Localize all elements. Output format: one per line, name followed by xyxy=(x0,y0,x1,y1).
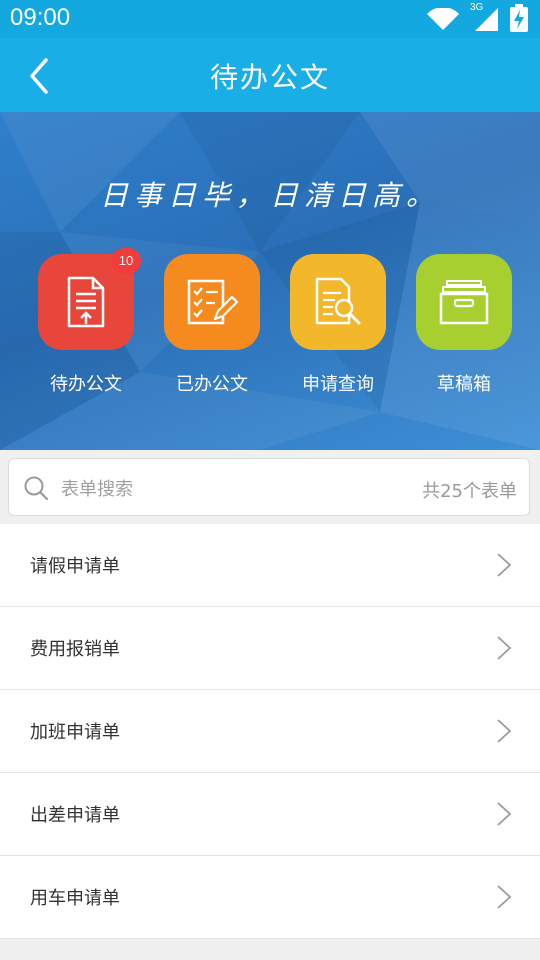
chevron-right-icon xyxy=(497,802,512,826)
cellular-signal-icon: 3G xyxy=(470,2,500,32)
tile-processed-documents[interactable] xyxy=(164,254,260,350)
search-bar: 共25个表单 xyxy=(8,458,530,516)
chevron-right-icon xyxy=(497,636,512,660)
chevron-right-icon xyxy=(497,553,512,577)
battery-charging-icon xyxy=(510,4,528,32)
status-time: 09:00 xyxy=(10,4,71,31)
list-item-label: 用车申请单 xyxy=(30,888,120,909)
list-item-vehicle-request[interactable]: 用车申请单 xyxy=(0,856,540,939)
archive-box-icon xyxy=(439,280,489,325)
list-item-label: 加班申请单 xyxy=(30,722,120,743)
document-upload-icon xyxy=(67,276,105,328)
chevron-right-icon xyxy=(497,885,512,909)
list-item-expense-reimbursement[interactable]: 费用报销单 xyxy=(0,607,540,690)
list-item-label: 请假申请单 xyxy=(30,556,120,577)
search-icon xyxy=(24,476,49,501)
list-item-leave-request[interactable]: 请假申请单 xyxy=(0,524,540,607)
pending-count-badge: 10 xyxy=(111,248,141,274)
list-item-overtime-request[interactable]: 加班申请单 xyxy=(0,690,540,773)
tile-label-pending: 待办公文 xyxy=(50,374,122,395)
slogan: 日事日毕，日清日高。 xyxy=(99,179,440,212)
list-item-label: 出差申请单 xyxy=(30,805,120,826)
status-bar: 09:00 3G xyxy=(0,0,540,38)
form-list: 请假申请单 费用报销单 加班申请单 出差申请单 用车申请单 xyxy=(0,524,540,939)
tile-drafts[interactable] xyxy=(416,254,512,350)
status-icons: 3G xyxy=(426,2,528,32)
tile-label-query: 申请查询 xyxy=(302,374,374,395)
app-bar: 待办公文 xyxy=(0,38,540,112)
wifi-icon xyxy=(427,8,459,30)
tile-label-processed: 已办公文 xyxy=(176,374,248,395)
chevron-right-icon xyxy=(497,719,512,743)
list-item-label: 费用报销单 xyxy=(30,639,120,660)
form-count: 共25个表单 xyxy=(422,481,517,502)
tile-label-drafts: 草稿箱 xyxy=(437,374,491,395)
list-item-business-trip-request[interactable]: 出差申请单 xyxy=(0,773,540,856)
page-title: 待办公文 xyxy=(209,61,330,94)
search-input[interactable] xyxy=(59,473,393,505)
document-search-icon xyxy=(315,277,361,325)
banner: 日事日毕，日清日高。 10 待办公文 已办公文 申请查询 草稿箱 xyxy=(0,112,540,450)
tile-application-query[interactable] xyxy=(290,254,386,350)
checklist-edit-icon xyxy=(187,279,239,325)
